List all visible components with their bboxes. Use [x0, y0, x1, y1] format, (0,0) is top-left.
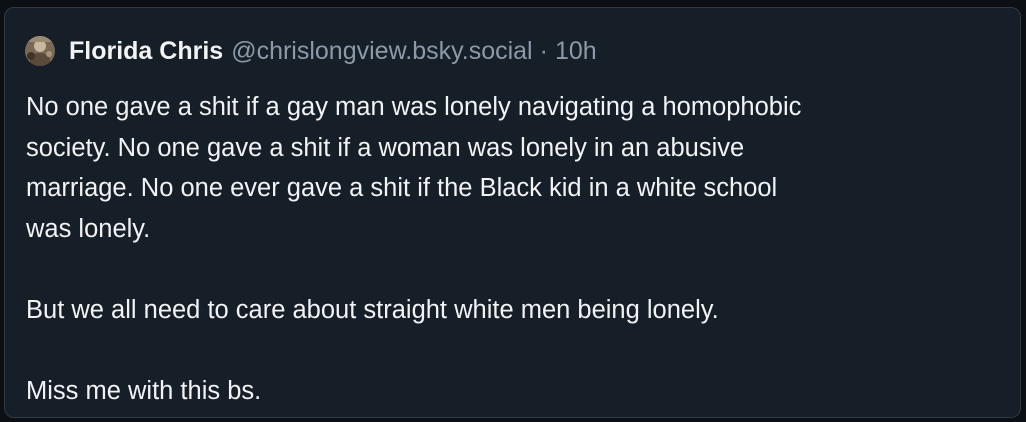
profile-photo-icon [25, 36, 55, 66]
post-body: No one gave a shit if a gay man was lone… [26, 87, 1011, 411]
post-paragraph: No one gave a shit if a gay man was lone… [26, 93, 802, 243]
avatar[interactable] [25, 36, 55, 66]
post-paragraph: But we all need to care about straight w… [26, 295, 719, 324]
author-display-name[interactable]: Florida Chris [69, 37, 223, 66]
post-card[interactable]: Florida Chris @chrislongview.bsky.social… [4, 7, 1021, 418]
post-header: Florida Chris @chrislongview.bsky.social… [25, 34, 597, 68]
author-handle[interactable]: @chrislongview.bsky.social [231, 37, 532, 66]
meta-separator: · [539, 36, 548, 65]
post-timestamp[interactable]: 10h [555, 37, 597, 66]
post-paragraph: Miss me with this bs. [26, 376, 262, 405]
